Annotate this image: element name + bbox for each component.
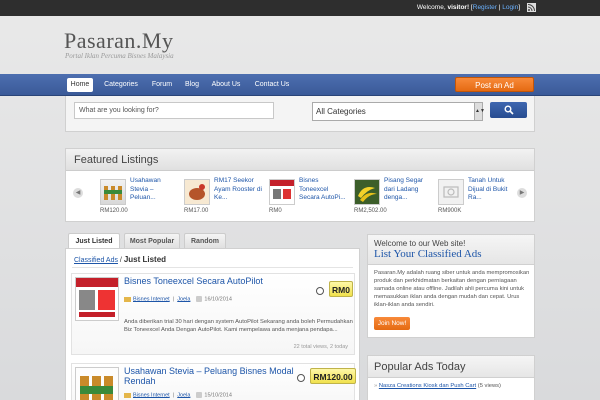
listing-panel: Classified Ads / Just Listed Bisnes Tone… [65, 248, 360, 400]
tab-most-popular[interactable]: Most Popular [124, 233, 180, 248]
top-bar: Welcome, visitor! [Register | Login] [0, 0, 600, 16]
search-bar: What are you looking for? All Categories… [65, 96, 535, 132]
featured-item-title: Tanah Untuk Dijual di Bukit Ra... [468, 177, 508, 201]
featured-thumb [438, 179, 464, 205]
nav-home[interactable]: Home [67, 78, 93, 92]
featured-item-price: RM2,502.00 [354, 208, 387, 214]
category-select[interactable]: All Categories ▲▼ [312, 102, 485, 121]
category-select-value: All Categories [316, 107, 366, 116]
featured-item-title: Bisnes Toneexcel Secara AutoPi... [299, 177, 346, 201]
featured-item-price: RM0 [269, 208, 282, 214]
search-input[interactable]: What are you looking for? [74, 102, 274, 119]
register-link[interactable]: Register [473, 4, 497, 11]
ad-thumb[interactable] [75, 367, 119, 400]
popular-item-count: (5 views) [476, 383, 501, 389]
username: visitor! [447, 4, 470, 11]
featured-thumb [269, 179, 295, 205]
ad-category[interactable]: Bisnes Internet [133, 296, 170, 302]
welcome-text: Welcome, [416, 4, 448, 11]
bracket-close: ] [518, 4, 520, 11]
featured-listings: Featured Listings ◀ ▶ Usahawan Stevia – … [65, 148, 535, 222]
ad-stats: 22 total views, 2 today [293, 344, 348, 350]
ad-price: RM0 [329, 281, 353, 297]
featured-item-title: RM17 Seekor Ayam Rooster di Ke... [214, 177, 262, 201]
ad-description: Anda diberikan trial 30 hari dengan syst… [124, 319, 353, 333]
featured-thumb [184, 179, 210, 205]
site-tagline: Portal Iklan Percuma Bisnes Malaysia [65, 52, 174, 60]
divider [72, 267, 353, 268]
featured-item-title: Usahawan Stevia – Peluan... [130, 177, 161, 201]
featured-item-title: Pisang Segar dari Ladang denga... [384, 177, 424, 201]
prev-arrow-icon[interactable]: ◀ [73, 188, 83, 198]
breadcrumb-current: Just Listed [123, 255, 167, 264]
ad-title[interactable]: Usahawan Stevia – Peluang Bisnes Modal R… [124, 366, 304, 386]
ad-author[interactable]: Joela [177, 296, 190, 302]
tab-just-listed[interactable]: Just Listed [68, 233, 120, 249]
folder-icon [124, 296, 131, 302]
popular-item: » Nasza Creations Kiosk dan Push Cart (5… [374, 383, 501, 389]
folder-icon [124, 392, 131, 398]
featured-title: Featured Listings [66, 149, 534, 171]
chevron-down-icon: ▲▼ [474, 103, 485, 120]
ad-listing: Usahawan Stevia – Peluang Bisnes Modal R… [71, 363, 356, 400]
featured-item[interactable]: Bisnes Toneexcel Secara AutoPi... RM0 [269, 177, 349, 219]
ad-author[interactable]: Joela [177, 392, 190, 398]
calendar-icon [196, 392, 203, 398]
nav-forum[interactable]: Forum [147, 78, 177, 92]
breadcrumb: Classified Ads / Just Listed [74, 255, 166, 264]
welcome-header: Welcome to our Web site! List Your Class… [368, 235, 534, 265]
search-button[interactable] [490, 102, 527, 118]
featured-thumb [100, 179, 126, 205]
ad-title[interactable]: Bisnes Toneexcel Secara AutoPilot [124, 276, 304, 286]
calendar-icon [196, 296, 203, 302]
welcome-small-title: Welcome to our Web site! [374, 239, 466, 248]
popular-title: Popular Ads Today [368, 356, 534, 378]
welcome-description: Pasaran.My adalah ruang siber untuk anda… [374, 270, 530, 308]
featured-thumb [354, 179, 380, 205]
welcome-big-title: List Your Classified Ads [374, 248, 482, 260]
popular-item-link[interactable]: Nasza Creations Kiosk dan Push Cart [379, 383, 476, 389]
featured-item[interactable]: Pisang Segar dari Ladang denga... RM2,50… [354, 177, 434, 219]
welcome-widget: Welcome to our Web site! List Your Class… [367, 234, 535, 338]
price-tag-hole-icon [297, 374, 305, 382]
featured-item[interactable]: Tanah Untuk Dijual di Bukit Ra... RM900K [438, 177, 518, 219]
price-tag-hole-icon [316, 287, 324, 295]
login-link[interactable]: Login [502, 4, 518, 11]
nav-about-us[interactable]: About Us [208, 78, 244, 92]
featured-item-price: RM120.00 [100, 208, 128, 214]
ad-meta: Bisnes Internet | Joela 15/10/2014 [124, 392, 232, 398]
next-arrow-icon[interactable]: ▶ [517, 188, 527, 198]
nav-categories[interactable]: Categories [98, 78, 144, 92]
ad-listing: Bisnes Toneexcel Secara AutoPilot Bisnes… [71, 273, 355, 355]
ad-date: 15/10/2014 [204, 392, 232, 399]
join-now-button[interactable]: Join Now! [374, 317, 410, 330]
rss-icon[interactable] [527, 3, 536, 12]
featured-item-price: RM17.00 [184, 208, 209, 214]
ad-category[interactable]: Bisnes Internet [133, 392, 170, 398]
featured-item[interactable]: Usahawan Stevia – Peluan... RM120.00 [100, 177, 180, 219]
main-nav: Home Categories Forum Blog About Us Cont… [0, 74, 600, 96]
breadcrumb-root[interactable]: Classified Ads [74, 257, 118, 264]
bullet-icon: » [374, 383, 378, 389]
ad-price: RM120.00 [310, 368, 356, 384]
featured-item-price: RM900K [438, 208, 462, 214]
tab-random[interactable]: Random [184, 233, 226, 248]
featured-item[interactable]: RM17 Seekor Ayam Rooster di Ke... RM17.0… [184, 177, 264, 219]
site-logo[interactable]: Pasaran.My [64, 28, 173, 54]
ad-thumb[interactable] [75, 277, 119, 321]
popular-ads-widget: Popular Ads Today » Nasza Creations Kios… [367, 355, 535, 400]
search-icon [504, 105, 514, 115]
post-ad-button[interactable]: Post an Ad [455, 77, 534, 92]
nav-blog[interactable]: Blog [180, 78, 204, 92]
nav-contact-us[interactable]: Contact Us [249, 78, 295, 92]
ad-meta: Bisnes Internet | Joela 16/10/2014 [124, 296, 232, 302]
user-status: Welcome, visitor! [Register | Login] [417, 4, 520, 11]
ad-date: 16/10/2014 [204, 296, 232, 303]
